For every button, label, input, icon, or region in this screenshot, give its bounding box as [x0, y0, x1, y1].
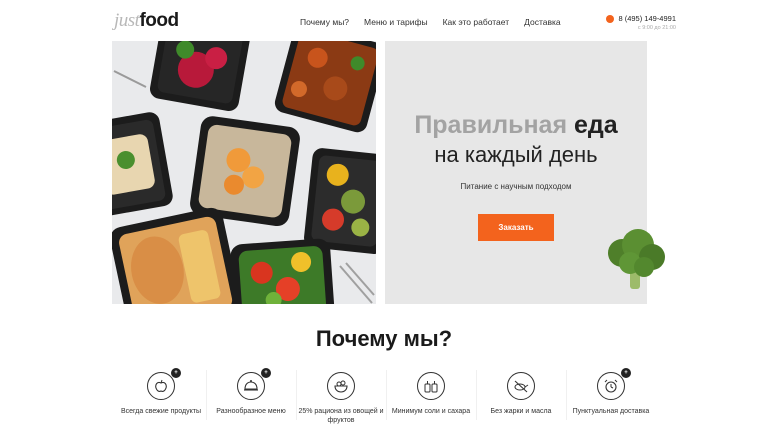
- hero-title-dark: еда: [574, 111, 618, 139]
- work-hours: с 9:00 до 21:00: [637, 25, 676, 31]
- nav-menu-tariffs[interactable]: Меню и тарифы: [364, 17, 428, 27]
- order-button[interactable]: Заказать: [478, 214, 554, 241]
- feature-badge: +: [261, 368, 271, 378]
- hero-title-line-2: на каждый день: [434, 142, 598, 167]
- no-frying-pan-icon: [507, 372, 535, 400]
- feature-no-frying: Без жарки и масла: [476, 366, 566, 425]
- hero-title-grey: Правильная: [414, 111, 568, 139]
- feature-varied-menu: + Разнообразное меню: [206, 366, 296, 425]
- food-trays-illustration: [112, 41, 376, 304]
- phone-number[interactable]: 8 (495) 149-4991: [618, 14, 676, 23]
- feature-label: Пунктуальная доставка: [572, 408, 650, 415]
- salt-sugar-icon: [417, 372, 445, 400]
- broccoli-image: [608, 229, 665, 289]
- feature-label: Без жарки и масла: [490, 408, 552, 415]
- logo[interactable]: justfood: [114, 10, 179, 32]
- feature-badge: +: [171, 368, 181, 378]
- features-list: + Всегда свежие продукты + Разнообразное…: [116, 366, 656, 425]
- hero-subtitle: Питание с научным подходом: [460, 182, 572, 191]
- phone-icon: [606, 14, 615, 23]
- logo-bold-part: food: [139, 10, 179, 31]
- why-us-title: Почему мы?: [315, 326, 453, 351]
- feature-punctual-delivery: + Пунктуальная доставка: [566, 366, 656, 425]
- nav-delivery[interactable]: Доставка: [524, 17, 561, 27]
- feature-label: Минимум соли и сахара: [391, 408, 471, 415]
- feature-label: Разнообразное меню: [216, 408, 286, 415]
- main-nav: Почему мы? Меню и тарифы Как это работае…: [300, 17, 576, 27]
- feature-badge: +: [621, 368, 631, 378]
- feature-fresh-products: + Всегда свежие продукты: [116, 366, 206, 425]
- nav-how-it-works[interactable]: Как это работает: [443, 17, 510, 27]
- feature-label: Всегда свежие продукты: [121, 408, 201, 415]
- feature-vegetables-fruits: 25% рациона из овощей и фруктов: [296, 366, 386, 425]
- nav-why-us[interactable]: Почему мы?: [300, 17, 349, 27]
- alarm-clock-icon: +: [597, 368, 631, 400]
- phone-block[interactable]: 8 (495) 149-4991: [606, 14, 676, 23]
- hero-food-photo: [112, 41, 376, 304]
- cloche-icon: +: [237, 368, 271, 400]
- feature-low-salt-sugar: Минимум соли и сахара: [386, 366, 476, 425]
- salad-bowl-icon: [327, 372, 355, 400]
- hero-title-line-1: Правильная еда: [385, 111, 647, 140]
- apple-icon: +: [147, 368, 181, 400]
- logo-light-part: just: [114, 10, 140, 31]
- feature-label: 25% рациона из овощей и фруктов: [298, 408, 384, 424]
